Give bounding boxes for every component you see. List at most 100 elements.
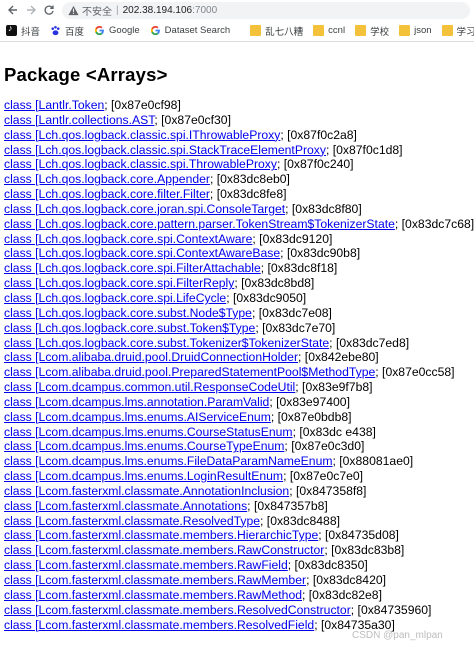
class-link[interactable]: class [Lcom.dcampus.lms.enums.FileDataPa… [4,454,333,468]
object-address: ; [0x88081ae0] [332,454,414,469]
baidu-icon [51,26,60,36]
class-link[interactable]: class [Lch.qos.logback.core.Appender [4,172,210,186]
bookmark-label: 乱七八糟 [265,26,304,38]
folder-icon [250,25,262,36]
class-link[interactable]: class [Lcom.fasterxml.classmate.members.… [4,543,324,557]
class-link[interactable]: class [Lantlr.collections.AST [4,113,154,127]
bookmark-baidu[interactable]: 百度 [50,24,84,38]
bookmark-folder-ccnl[interactable]: ccnl [313,25,345,36]
list-item: class [Lcom.fasterxml.classmate.members.… [4,588,470,603]
class-link[interactable]: class [Lcom.dcampus.common.util.Response… [4,380,295,394]
object-address: ; [0x847358f8] [289,483,367,498]
class-link[interactable]: class [Lch.qos.logback.core.spi.ContextA… [4,246,280,260]
object-address: ; [0x83dc8f80] [285,201,362,216]
url-host: 202.38.194.106 [122,4,193,16]
object-address: ; [0x83dc83b8] [324,543,405,558]
reload-icon [44,5,54,15]
class-link[interactable]: class [Lcom.dcampus.lms.enums.AIServiceE… [4,410,271,424]
class-link[interactable]: class [Lch.qos.logback.core.subst.Node$T… [4,306,252,320]
class-link[interactable]: class [Lcom.dcampus.lms.annotation.Param… [4,395,269,409]
list-item: class [Lch.qos.logback.core.spi.ContextA… [4,246,470,261]
bookmark-label: Dataset Search [164,25,231,36]
object-address: ; [0x87e0cf98] [104,98,181,112]
class-link[interactable]: class [Lch.qos.logback.core.filter.Filte… [4,187,210,201]
object-address: ; [0x83dc8fe8] [209,187,287,202]
warning-icon [68,5,79,15]
watermark: CSDN @pan_mlpan [352,630,443,641]
class-link[interactable]: class [Lcom.fasterxml.classmate.members.… [4,603,351,617]
class-link[interactable]: class [Lcom.fasterxml.classmate.members.… [4,573,306,587]
class-link[interactable]: class [Lch.qos.logback.classic.spi.Throw… [4,157,277,171]
object-address: ; [0x83dc7ed8] [329,335,410,350]
list-item: class [Lch.qos.logback.core.filter.Filte… [4,187,470,202]
list-item: class [Lantlr.collections.AST; [0x87e0cf… [4,113,470,128]
list-item: class [Lch.qos.logback.core.spi.LifeCycl… [4,291,470,306]
class-link[interactable]: class [Lcom.fasterxml.classmate.Annotati… [4,499,247,513]
object-address: ; [0x87e0cf30] [154,112,231,127]
list-item: class [Lcom.dcampus.lms.enums.AIServiceE… [4,410,470,425]
bookmarks-bar: 抖音 百度 Google Dataset Search 乱七八糟 ccnl [0,20,474,42]
class-link[interactable]: class [Lcom.fasterxml.classmate.Annotati… [4,484,289,498]
class-link[interactable]: class [Lch.qos.logback.classic.spi.IThro… [4,128,280,142]
bookmark-folder-misc[interactable]: 乱七八糟 [250,24,303,38]
object-address: ; [0x87f0c1d8] [325,142,403,157]
bookmark-google[interactable]: Google [94,25,140,36]
class-link[interactable]: class [Lcom.dcampus.lms.enums.LoginResul… [4,469,283,483]
list-item: class [Lch.qos.logback.classic.spi.IThro… [4,128,470,143]
class-link[interactable]: class [Lch.qos.logback.core.spi.FilterRe… [4,276,234,290]
back-button[interactable] [4,1,22,19]
class-link[interactable]: class [Lcom.alibaba.druid.pool.PreparedS… [4,365,375,379]
class-link[interactable]: class [Lcom.fasterxml.classmate.members.… [4,558,288,572]
object-address: ; [0x83dc7c68] [394,216,474,231]
class-link[interactable]: class [Lch.qos.logback.core.spi.LifeCycl… [4,291,226,305]
list-item: class [Lcom.dcampus.common.util.Response… [4,380,470,395]
bookmark-folder-study[interactable]: 学习 [441,24,474,38]
bookmark-label: ccnl [328,25,346,36]
address-bar[interactable]: 不安全 | 202.38.194.106:7000 [62,1,470,19]
class-link[interactable]: class [Lantlr.Token [4,98,104,112]
object-address: ; [0x87f0c240] [276,157,354,172]
class-link[interactable]: class [Lch.qos.logback.core.joran.spi.Co… [4,202,285,216]
bookmark-label: Google [109,25,140,36]
class-link[interactable]: class [Lch.qos.logback.core.pattern.pars… [4,217,395,231]
forward-button[interactable] [22,1,40,19]
class-link[interactable]: class [Lch.qos.logback.core.subst.Tokeni… [4,336,329,350]
list-item: class [Lcom.fasterxml.classmate.members.… [4,573,470,588]
class-link[interactable]: class [Lcom.dcampus.lms.enums.CourseStat… [4,425,293,439]
class-link[interactable]: class [Lcom.fasterxml.classmate.members.… [4,528,318,542]
bookmark-douyin[interactable]: 抖音 [6,23,40,38]
list-item: class [Lch.qos.logback.core.Appender; [0… [4,172,470,187]
class-list: class [Lantlr.Token; [0x87e0cf98] class [… [4,98,474,632]
bookmark-dataset-search[interactable]: Dataset Search [150,25,230,36]
insecure-label: 不安全 [82,6,112,18]
class-link[interactable]: class [Lcom.alibaba.druid.pool.DruidConn… [4,350,298,364]
class-link[interactable]: class [Lch.qos.logback.core.subst.Token$… [4,321,255,335]
bookmark-label: 学校 [370,26,390,38]
object-address: ; [0x83dc90b8] [280,246,361,261]
object-address: ; [0x84735d08] [318,528,399,543]
list-item: class [Lch.qos.logback.classic.spi.Stack… [4,143,470,158]
list-item: class [Lantlr.Token; [0x87e0cf98] [4,98,470,113]
list-item: class [Lcom.dcampus.lms.annotation.Param… [4,395,470,410]
bookmark-folder-school[interactable]: 学校 [355,24,389,38]
list-item: class [Lcom.alibaba.druid.pool.PreparedS… [4,365,470,380]
list-item: class [Lch.qos.logback.core.subst.Token$… [4,321,470,336]
list-item: class [Lcom.fasterxml.classmate.Annotati… [4,484,470,499]
list-item: class [Lch.qos.logback.core.joran.spi.Co… [4,202,470,217]
object-address: ; [0x87e0c3d0] [284,439,365,454]
class-link[interactable]: class [Lcom.dcampus.lms.enums.CourseType… [4,439,284,453]
page-title: Package <Arrays> [4,64,168,85]
arrow-left-icon [8,5,17,15]
class-link[interactable]: class [Lcom.fasterxml.classmate.members.… [4,618,314,632]
class-link[interactable]: class [Lch.qos.logback.core.spi.FilterAt… [4,261,261,275]
list-item: class [Lcom.dcampus.lms.enums.FileDataPa… [4,454,470,469]
object-address: ; [0x83dc8420] [306,573,387,587]
class-link[interactable]: class [Lcom.fasterxml.classmate.Resolved… [4,514,260,528]
class-link[interactable]: class [Lcom.fasterxml.classmate.members.… [4,588,302,602]
reload-button[interactable] [40,1,58,19]
object-address: ; [0x847357b8] [247,498,328,513]
list-item: class [Lcom.dcampus.lms.enums.CourseStat… [4,425,470,440]
class-link[interactable]: class [Lch.qos.logback.classic.spi.Stack… [4,143,326,157]
bookmark-folder-json[interactable]: json [399,25,432,36]
class-link[interactable]: class [Lch.qos.logback.core.spi.ContextA… [4,232,252,246]
